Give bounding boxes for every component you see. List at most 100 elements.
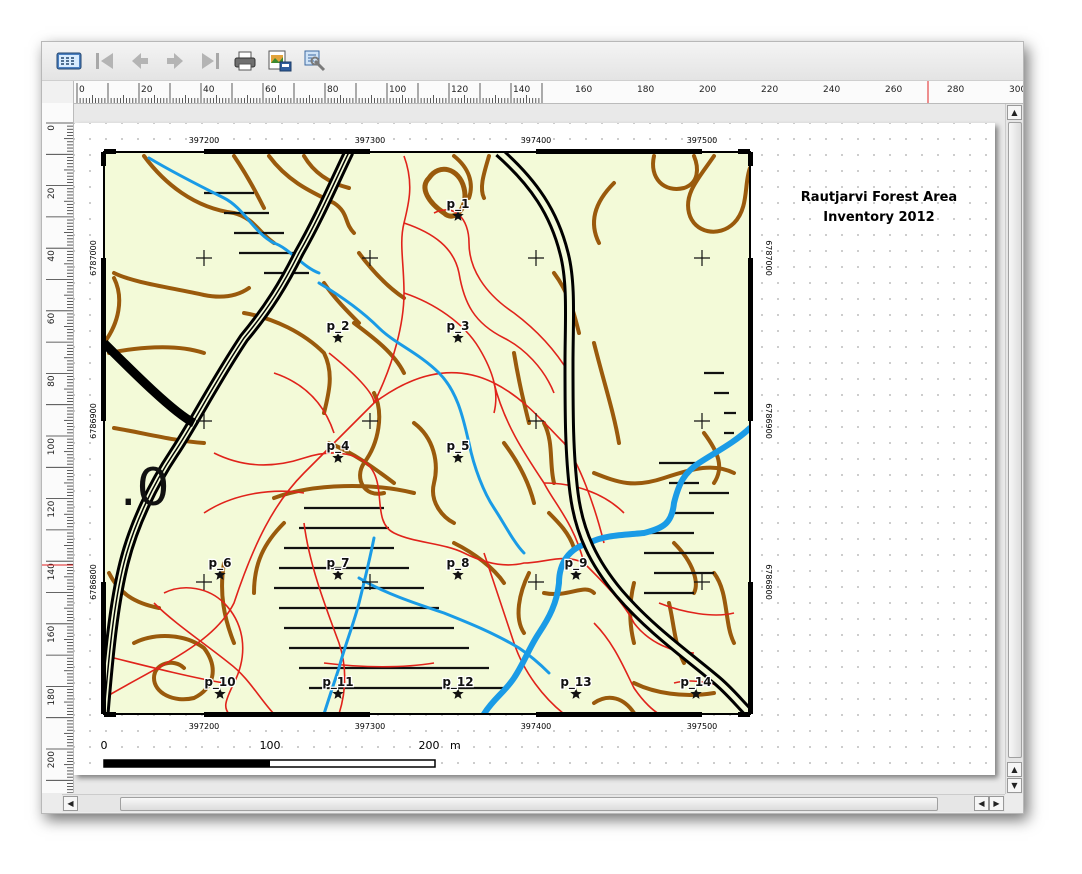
ruler-label: 280 [947,85,964,95]
map-background-label: .0 [120,458,170,518]
grid-label-left: 6786800 [89,564,98,600]
ruler-label: 20 [47,187,57,199]
grid-label-right: 6786800 [764,564,773,600]
ruler-label: 100 [389,85,406,95]
point-label: p_1 [447,197,470,212]
next-feature-icon [167,53,183,69]
scroll-left-button[interactable]: ◀ [63,796,78,811]
ruler-label: 140 [513,85,530,95]
atlas-settings-icon [304,50,326,72]
point-label: p_5 [447,439,470,454]
print-atlas-icon [234,51,256,71]
point-label: p_4 [327,439,350,454]
ruler-label: 160 [575,85,592,95]
title-line: Inventory 2012 [823,210,935,225]
ruler-label: 40 [203,85,215,95]
grid-label-right: 6787000 [764,240,773,276]
vertical-scroll-thumb[interactable] [1008,122,1022,758]
scalebar[interactable]: 0 100 200 m [101,739,461,768]
ruler-label: 180 [47,688,57,705]
scroll-up-button[interactable]: ▲ [1007,762,1022,777]
grid-label-right: 6786900 [764,403,773,439]
ruler-label: 120 [451,85,468,95]
ruler-label: 100 [47,438,57,455]
point-label: p_8 [447,556,470,571]
ruler-label: 40 [47,250,57,262]
vertical-scrollbar[interactable]: ▲ ▲ ▼ [1005,104,1023,794]
ruler-label: 300 [1009,85,1023,95]
grid-label-bottom: 397300 [355,722,386,731]
point-label: p_10 [204,675,235,690]
export-atlas-button[interactable] [267,49,293,73]
point-label: p_14 [680,675,711,690]
ruler-label: 240 [823,85,840,95]
scalebar-label: 200 [419,739,440,752]
last-feature-button[interactable] [197,49,223,73]
point-label: p_13 [560,675,591,690]
scalebar-label: 100 [260,739,281,752]
ruler-label: 140 [47,563,57,580]
previous-feature-button[interactable] [127,49,153,73]
ruler-label: 200 [699,85,716,95]
ruler-label: 160 [47,626,57,643]
layout-canvas[interactable]: .0 p_1 p_2 p_3 p_4 p_5 p_6 p_7 p_8 p_9 p_10 p_11 p_… [74,104,1005,794]
grid-label-left: 6787000 [89,240,98,276]
ruler-label: 220 [761,85,778,95]
horizontal-scroll-thumb[interactable] [120,797,938,811]
scroll-up-button[interactable]: ▲ [1007,105,1022,120]
grid-label-bottom: 397400 [521,722,552,731]
ruler-label: 80 [327,85,339,95]
point-label: p_2 [327,319,350,334]
ruler-label: 180 [637,85,654,95]
ruler-label: 120 [47,500,57,517]
horizontal-ruler[interactable]: 0 20 40 60 80 100 120 140 160 180 200 220 240 260 280 3… [74,81,1026,104]
layout-title-label[interactable]: Rautjarvi Forest Area Inventory 2012 [779,188,979,228]
print-atlas-button[interactable] [232,49,258,73]
atlas-preview-icon [56,52,82,70]
point-label: p_7 [327,556,350,571]
first-feature-button[interactable] [92,49,118,73]
grid-label-bottom: 397500 [687,722,718,731]
vertical-ruler[interactable]: 0 20 40 60 80 100 120 140 160 180 200 [42,103,74,794]
atlas-preview-button[interactable] [56,49,82,73]
previous-feature-icon [132,53,148,69]
first-feature-icon [96,53,113,69]
point-label: p_6 [209,556,232,571]
grid-label-left: 6786900 [89,403,98,439]
title-line: Rautjarvi Forest Area [800,190,958,205]
grid-label-top: 397500 [687,136,718,145]
last-feature-icon [202,53,219,69]
ruler-corner [42,81,74,104]
scalebar-unit: m [450,739,461,752]
atlas-settings-button[interactable] [302,49,328,73]
ruler-label: 60 [47,313,57,325]
point-label: p_11 [322,675,353,690]
layout-page: .0 p_1 p_2 p_3 p_4 p_5 p_6 p_7 p_8 p_9 p_10 p_11 p_… [74,123,995,775]
grid-label-bottom: 397200 [189,722,220,731]
grid-label-top: 397200 [189,136,220,145]
scroll-right-button[interactable]: ▶ [989,796,1004,811]
atlas-composer-window: 0 20 40 60 80 100 120 140 160 180 200 220 240 260 280 3… [41,41,1026,814]
point-label: p_12 [442,675,473,690]
ruler-label: 0 [79,85,85,95]
point-label: p_9 [565,556,588,571]
ruler-label: 20 [141,85,153,95]
ruler-label: 60 [265,85,277,95]
scalebar-segment-filled [104,760,270,767]
ruler-label: 200 [47,751,57,768]
scroll-down-button[interactable]: ▼ [1007,778,1022,793]
ruler-label: 80 [47,375,57,387]
atlas-toolbar [42,42,1023,81]
vertical-ruler-scale: 0 20 40 60 80 100 120 140 160 180 200 [42,122,73,794]
scroll-left-button[interactable]: ◀ [974,796,989,811]
scalebar-label: 0 [101,739,108,752]
ruler-label: 0 [47,125,57,131]
horizontal-scrollbar[interactable]: ◀ ◀ ▶ [62,794,1005,812]
next-feature-button[interactable] [162,49,188,73]
point-label: p_3 [447,319,470,334]
horizontal-ruler-scale: 0 20 40 60 80 100 120 140 160 180 200 220 240 260 280 3… [76,81,1026,103]
grid-label-top: 397300 [355,136,386,145]
export-atlas-icon [268,50,292,72]
grid-label-top: 397400 [521,136,552,145]
ruler-label: 260 [885,85,902,95]
